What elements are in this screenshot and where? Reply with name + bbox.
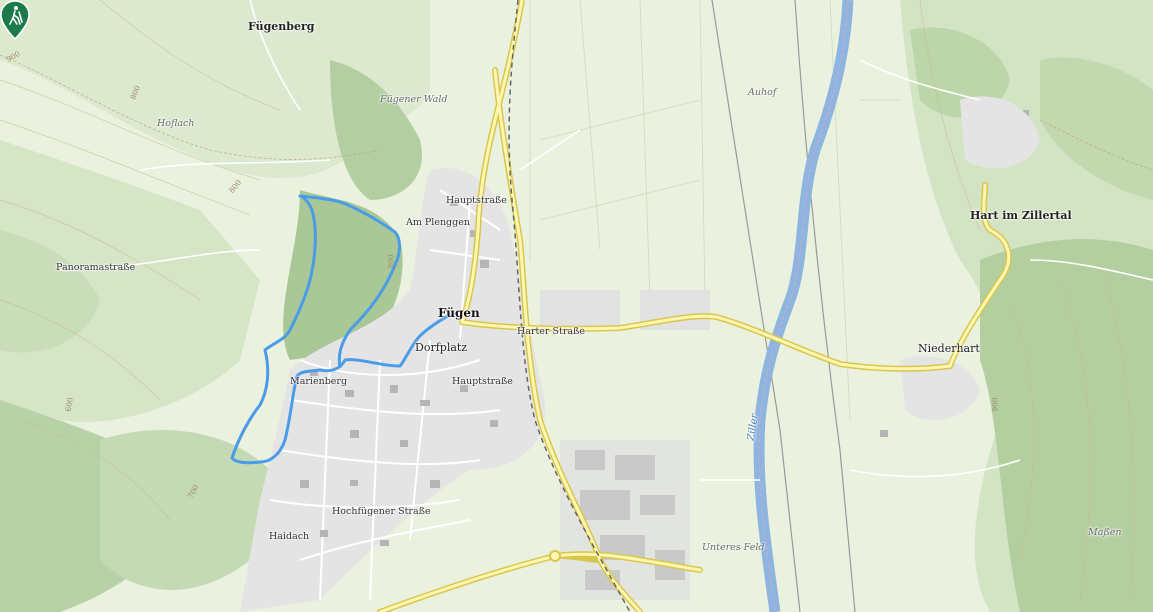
street-label-am-plenggen: Am Plenggen (406, 217, 470, 228)
street-label-harter-strasse: Harter Straße (517, 326, 585, 337)
area-label-fuegener-wald: Fügener Wald (380, 94, 448, 105)
place-label-fuegenberg: Fügenberg (248, 20, 315, 33)
place-label-dorfplatz: Dorfplatz (415, 341, 468, 354)
street-label-marienberg: Marienberg (290, 376, 348, 387)
street-label-panoramastrasse: Panoramastraße (56, 262, 136, 273)
place-label-haidach: Haidach (269, 531, 310, 542)
area-label-unteres-feld: Unteres Feld (702, 542, 765, 553)
place-label-fuegen: Fügen (438, 306, 480, 320)
place-label-hart: Hart im Zillertal (970, 209, 1072, 222)
contour-label: 800 (386, 254, 396, 269)
street-label-hochfuegener-strasse: Hochfügener Straße (332, 506, 431, 517)
street-label-hauptstrasse: Hauptstraße (446, 195, 507, 206)
street-label-hauptstrasse-south: Hauptstraße (452, 376, 513, 387)
area-label-hoflach: Hoflach (157, 118, 195, 129)
contour-label: 900 (990, 397, 1000, 412)
place-label-niederhart: Niederhart (918, 342, 980, 355)
area-label-massen: Maßen (1088, 527, 1122, 538)
map-canvas (0, 0, 1153, 612)
hiking-icon[interactable] (0, 0, 30, 40)
roundabout (549, 550, 561, 562)
map-view[interactable]: Fügenberg Fügen Hart im Zillertal Nieder… (0, 0, 1153, 612)
area-label-auhof: Auhof (748, 87, 777, 98)
